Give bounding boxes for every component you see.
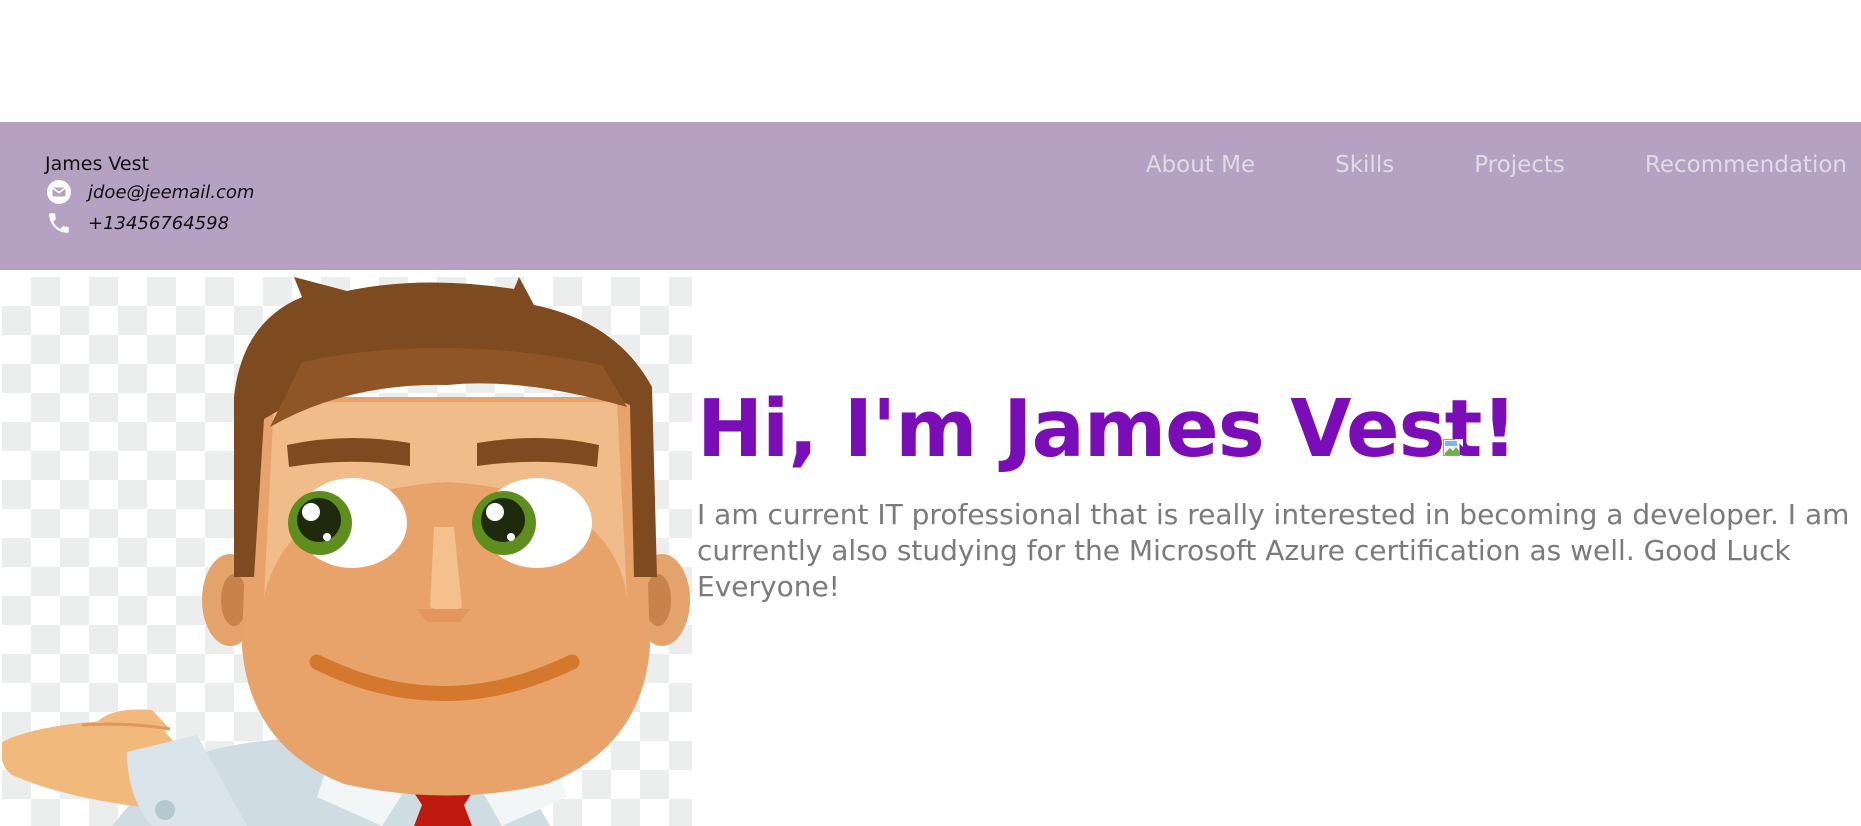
broken-image-icon	[1443, 439, 1463, 458]
contact-name: James Vest	[45, 153, 149, 175]
nav-about-me[interactable]: About Me	[1146, 152, 1255, 178]
nav-skills[interactable]: Skills	[1335, 152, 1394, 178]
nav-recommendation[interactable]: Recommendation	[1645, 152, 1847, 178]
header-bar: James Vest jdoe@jeemail.com +13456764598…	[0, 122, 1861, 270]
phone-number[interactable]: +13456764598	[88, 213, 229, 234]
phone-icon	[45, 209, 73, 237]
email-row: jdoe@jeemail.com	[45, 178, 254, 206]
nav-projects[interactable]: Projects	[1474, 152, 1565, 178]
cartoon-man-avatar	[2, 277, 692, 826]
main-nav: About Me Skills Projects Recommendation	[1066, 152, 1847, 178]
hero-title: Hi, I'm James Vest!	[697, 383, 1517, 475]
envelope-icon	[45, 178, 73, 206]
hero-description: I am current IT professional that is rea…	[697, 498, 1850, 603]
email-link[interactable]: jdoe@jeemail.com	[88, 182, 254, 203]
phone-row: +13456764598	[45, 209, 229, 237]
